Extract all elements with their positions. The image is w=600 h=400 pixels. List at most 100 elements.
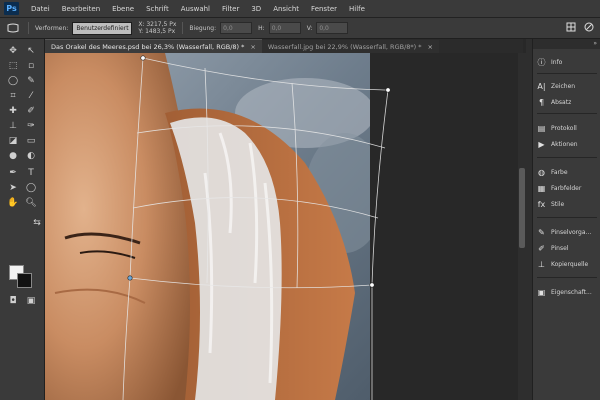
warp-label: Verformen: xyxy=(35,24,69,32)
menu-hilfe[interactable]: Hilfe xyxy=(343,5,371,13)
panel-absatz[interactable]: ¶ Absatz xyxy=(536,95,598,109)
panel-divider xyxy=(537,277,597,278)
toggle-warp-icon[interactable] xyxy=(566,22,576,34)
paragraph-icon: ¶ xyxy=(538,97,545,107)
menu-bar: Ps Datei Bearbeiten Ebene Schrift Auswah… xyxy=(0,0,600,18)
menu-3d[interactable]: 3D xyxy=(245,5,267,13)
warp-style-select[interactable]: Benutzerdefiniert xyxy=(72,21,133,35)
panel-label: Aktionen xyxy=(551,140,578,148)
panel-label: Info xyxy=(551,58,563,66)
vertical-scrollbar[interactable] xyxy=(518,53,526,400)
info-icon: ⓘ xyxy=(537,57,546,67)
lasso-tool-icon[interactable]: ◯ xyxy=(6,75,20,87)
panel-farbfelder[interactable]: ▦ Farbfelder xyxy=(536,181,598,195)
commit-controls xyxy=(566,22,594,34)
options-bar: Verformen: Benutzerdefiniert X: 3217,5 P… xyxy=(0,18,600,39)
bend-field[interactable]: 0,0 xyxy=(220,22,253,34)
panel-info[interactable]: ⓘ Info xyxy=(536,55,598,69)
canvas-image[interactable] xyxy=(45,53,518,400)
tab-orakel[interactable]: Das Orakel des Meeres.psd bei 26,3% (Was… xyxy=(45,39,262,53)
hand-tool-icon[interactable]: ✋ xyxy=(6,197,20,209)
document-canvas[interactable] xyxy=(45,53,518,400)
menu-fenster[interactable]: Fenster xyxy=(305,5,343,13)
panel-label: Stile xyxy=(551,200,565,208)
type-tool-icon[interactable]: T xyxy=(24,167,38,179)
background-color-swatch[interactable] xyxy=(17,273,32,288)
v-distortion-field[interactable]: 0,0 xyxy=(316,22,349,34)
quick-mask-icon[interactable]: ◘ xyxy=(6,295,20,307)
options-divider xyxy=(28,22,29,34)
cancel-transform-icon[interactable] xyxy=(584,22,594,34)
color-icon: ◍ xyxy=(538,167,545,177)
menu-ebene[interactable]: Ebene xyxy=(106,5,140,13)
warp-handle[interactable] xyxy=(140,55,146,61)
panel-divider xyxy=(537,157,597,158)
marquee-tool-icon[interactable]: ⬚ xyxy=(6,60,20,72)
pen-tool-icon[interactable]: ✒ xyxy=(6,167,20,179)
h-distortion-label: H: xyxy=(258,24,265,32)
tab-label: Das Orakel des Meeres.psd bei 26,3% (Was… xyxy=(51,42,245,51)
clone-source-icon: ⊥ xyxy=(538,259,545,269)
dodge-tool-icon[interactable]: ◐ xyxy=(24,150,38,162)
panel-pinsel[interactable]: ✐ Pinsel xyxy=(536,241,598,255)
zoom-tool-icon[interactable]: 🔍︎ xyxy=(24,197,38,209)
panel-label: Farbe xyxy=(551,168,568,176)
brush-tool-icon[interactable]: ✐ xyxy=(24,105,38,117)
shape-tool-icon[interactable]: ◯ xyxy=(24,182,38,194)
reference-point-readout: X: 3217,5 Px Y: 1483,5 Px xyxy=(138,21,176,35)
panel-label: Farbfelder xyxy=(551,184,582,192)
photoshop-logo: Ps xyxy=(4,2,19,15)
eyedropper-tool-icon[interactable]: ⁄ xyxy=(24,90,38,102)
swap-colors-icon[interactable]: ⇆ xyxy=(30,217,44,229)
panel-collapse-toggle[interactable]: » xyxy=(533,39,600,49)
gradient-tool-icon[interactable]: ▭ xyxy=(24,135,38,147)
panel-divider xyxy=(537,73,597,74)
warp-tool-preset-icon[interactable] xyxy=(4,21,22,35)
move-tool-secondary-icon[interactable]: ↖ xyxy=(24,45,38,57)
panel-label: Eigenschaft... xyxy=(551,288,592,296)
close-icon[interactable]: × xyxy=(250,43,255,51)
move-tool-icon[interactable]: ✥ xyxy=(6,45,20,57)
clone-stamp-tool-icon[interactable]: ⊥ xyxy=(6,120,20,132)
panel-stile[interactable]: fx Stile xyxy=(536,197,598,211)
scrollbar-thumb[interactable] xyxy=(519,168,525,248)
v-distortion-label: V: xyxy=(306,24,313,32)
crop-tool-icon[interactable]: ⌗ xyxy=(6,90,20,102)
panel-aktionen[interactable]: ▶ Aktionen xyxy=(536,137,598,151)
brush-icon: ✐ xyxy=(538,243,545,253)
marquee-options-icon[interactable]: ▫ xyxy=(24,60,38,72)
menu-filter[interactable]: Filter xyxy=(216,5,245,13)
warp-handle[interactable] xyxy=(369,282,375,288)
panel-farbe[interactable]: ◍ Farbe xyxy=(536,165,598,179)
panel-label: Zeichen xyxy=(551,82,576,90)
panel-pinselvorgaben[interactable]: ✎ Pinselvorga... xyxy=(536,225,598,239)
character-icon: A| xyxy=(537,81,546,91)
menu-schrift[interactable]: Schrift xyxy=(140,5,175,13)
close-icon[interactable]: × xyxy=(428,43,433,51)
swatches-icon: ▦ xyxy=(537,183,546,193)
warp-handle[interactable] xyxy=(127,275,133,281)
panel-label: Pinselvorga... xyxy=(551,228,592,236)
menu-bearbeiten[interactable]: Bearbeiten xyxy=(56,5,106,13)
warp-handle[interactable] xyxy=(385,87,391,93)
blur-tool-icon[interactable]: ● xyxy=(6,150,20,162)
bend-label: Biegung: xyxy=(189,24,217,32)
screen-mode-icon[interactable]: ▣ xyxy=(24,295,38,307)
panel-kopierquelle[interactable]: ⊥ Kopierquelle xyxy=(536,257,598,271)
path-selection-tool-icon[interactable]: ➤ xyxy=(6,182,20,194)
healing-brush-tool-icon[interactable]: ✚ xyxy=(6,105,20,117)
panel-label: Absatz xyxy=(551,98,572,106)
tab-wasserfall[interactable]: Wasserfall.jpg bei 22,9% (Wasserfall, RG… xyxy=(261,40,439,53)
h-distortion-field[interactable]: 0,0 xyxy=(268,22,301,34)
menu-ansicht[interactable]: Ansicht xyxy=(267,5,305,13)
menu-datei[interactable]: Datei xyxy=(25,5,56,13)
panel-protokoll[interactable]: ▤ Protokoll xyxy=(536,121,598,135)
panel-zeichen[interactable]: A| Zeichen xyxy=(536,79,598,93)
eraser-tool-icon[interactable]: ◪ xyxy=(6,135,20,147)
panel-eigenschaften[interactable]: ▣ Eigenschaft... xyxy=(536,285,598,299)
quick-select-tool-icon[interactable]: ✎ xyxy=(24,75,38,87)
history-brush-tool-icon[interactable]: ✑ xyxy=(24,120,38,132)
history-icon: ▤ xyxy=(537,123,546,133)
x-readout: X: 3217,5 Px xyxy=(138,21,177,28)
menu-auswahl[interactable]: Auswahl xyxy=(175,5,216,13)
